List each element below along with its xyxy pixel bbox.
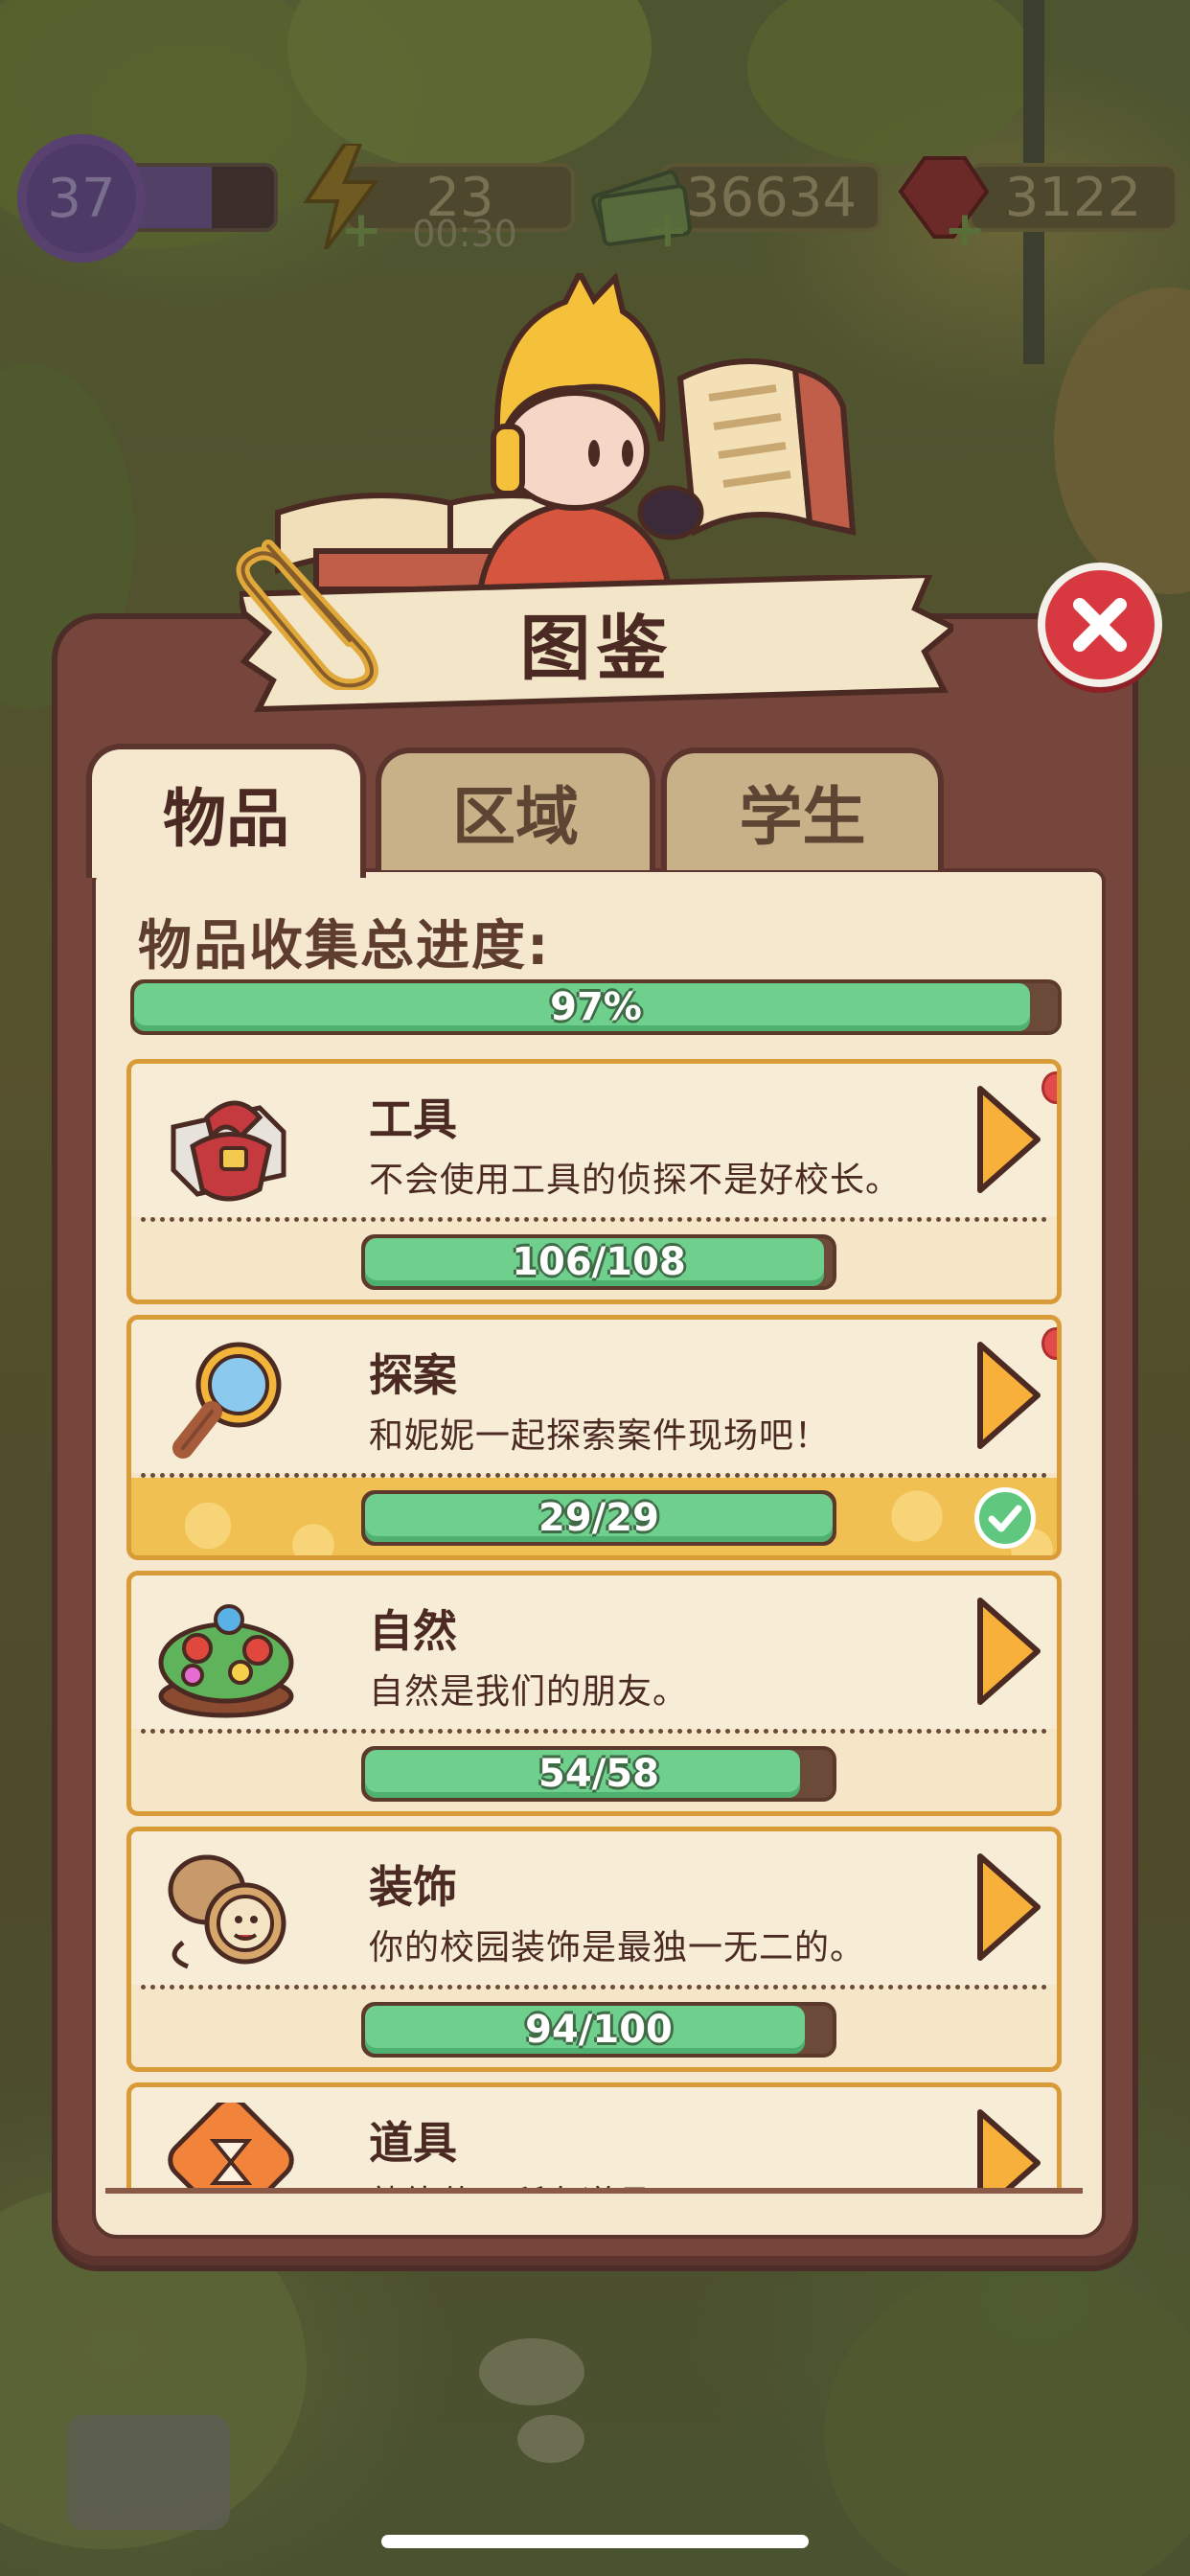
cash-value: 36634 — [685, 166, 858, 229]
category-progress-text: 54/58 — [538, 1752, 659, 1796]
list-item-props[interactable]: 道具 熟练使用所有道具 — [126, 2082, 1062, 2190]
category-name: 道具 — [369, 2117, 457, 2169]
pocket-watch-icon — [168, 1854, 286, 1969]
category-name: 工具 — [369, 1093, 457, 1145]
level-badge[interactable]: 37 — [17, 134, 146, 263]
complete-check-icon — [974, 1487, 1036, 1549]
category-list[interactable]: 工具 不会使用工具的侦探不是好校长。 106/108 探案 和妮妮一起探索案件现… — [126, 1059, 1065, 2190]
overall-progress-text: 97% — [550, 985, 642, 1029]
overall-progress-label: 物品收集总进度: — [138, 915, 551, 978]
list-item-tools[interactable]: 工具 不会使用工具的侦探不是好校长。 106/108 — [126, 1059, 1062, 1304]
tab-students[interactable]: 学生 — [661, 748, 944, 870]
list-item-nature[interactable]: 自然 自然是我们的朋友。 54/58 — [126, 1571, 1062, 1816]
category-description: 不会使用工具的侦探不是好校长。 — [369, 1161, 902, 1200]
tab-items[interactable]: 物品 — [86, 744, 366, 878]
category-name: 探案 — [369, 1349, 457, 1401]
tab-items-label: 物品 — [163, 782, 289, 856]
category-progress-text: 94/100 — [525, 2008, 673, 2052]
level-number: 37 — [47, 167, 116, 230]
magnifier-icon — [172, 1342, 282, 1459]
home-indicator[interactable] — [381, 2535, 809, 2548]
category-progress-bar: 29/29 — [361, 1490, 836, 1546]
chevron-right-icon[interactable] — [974, 2106, 1043, 2190]
gem-counter[interactable]: 3122 — [968, 163, 1179, 232]
paperclip-icon — [236, 540, 378, 690]
list-scroll-edge — [105, 2188, 1083, 2194]
chevron-right-icon[interactable] — [974, 1339, 1043, 1452]
gem-value: 3122 — [1004, 166, 1142, 229]
category-name: 自然 — [369, 1605, 457, 1657]
category-description: 你的校园装饰是最独一无二的。 — [369, 1928, 866, 1967]
category-description: 和妮妮一起探索案件现场吧！ — [369, 1416, 831, 1456]
energy-timer: 00:30 — [412, 213, 517, 255]
category-progress-text: 29/29 — [538, 1496, 659, 1540]
hourglass-icon — [168, 2103, 294, 2190]
chevron-right-icon[interactable] — [974, 1595, 1043, 1708]
flower-bed-icon — [158, 1604, 294, 1718]
add-cash-button[interactable]: + — [647, 205, 689, 255]
chevron-right-icon[interactable] — [974, 1083, 1043, 1196]
category-name: 装饰 — [369, 1861, 457, 1913]
tab-areas[interactable]: 区域 — [376, 748, 655, 870]
tab-students-label: 学生 — [739, 780, 866, 854]
category-progress-bar: 94/100 — [361, 2002, 836, 2058]
category-progress-text: 106/108 — [512, 1240, 686, 1284]
add-gems-button[interactable]: + — [944, 205, 986, 255]
tab-areas-label: 区域 — [452, 780, 579, 854]
add-energy-button[interactable]: + — [340, 205, 382, 255]
chevron-right-icon[interactable] — [974, 1851, 1043, 1964]
overall-progress-bar: 97% — [130, 979, 1062, 1035]
list-item-decoration[interactable]: 装饰 你的校园装饰是最独一无二的。 94/100 — [126, 1827, 1062, 2072]
category-progress-bar: 106/108 — [361, 1234, 836, 1290]
list-item-cases[interactable]: 探案 和妮妮一起探索案件现场吧！ 29/29 — [126, 1315, 1062, 1560]
toolbox-icon — [171, 1100, 286, 1202]
close-button[interactable] — [1038, 563, 1162, 687]
category-progress-bar: 54/58 — [361, 1746, 836, 1802]
category-description: 自然是我们的朋友。 — [369, 1672, 689, 1712]
close-x-icon — [1073, 598, 1127, 652]
